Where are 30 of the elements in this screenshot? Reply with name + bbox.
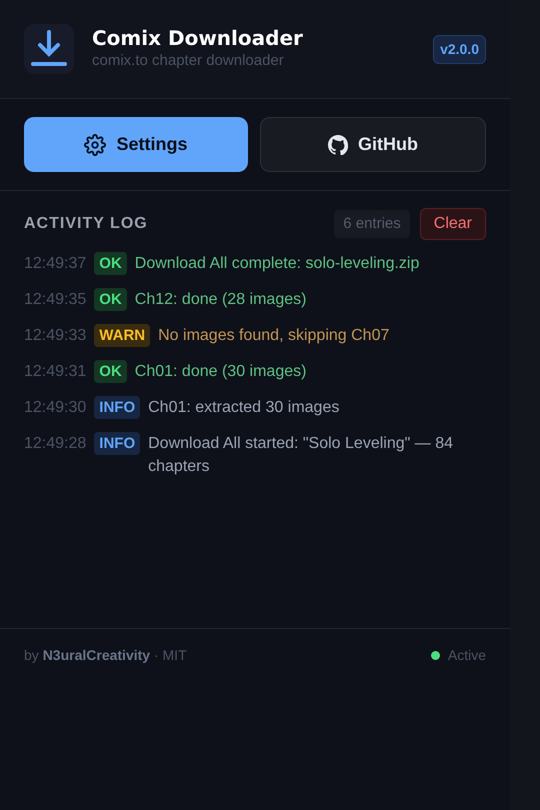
log-time: 12:49:35 (24, 290, 86, 310)
log-message: Ch12: done (28 images) (134, 290, 306, 310)
log-message: Ch01: done (30 images) (134, 362, 306, 382)
level-badge: INFO (94, 432, 140, 455)
credit-text: by N3uralCreativity · MIT (24, 646, 187, 665)
level-badge: OK (94, 360, 127, 383)
level-badge: OK (94, 252, 127, 275)
level-badge: INFO (94, 396, 140, 419)
log-heading: ACTIVITY LOG (24, 214, 148, 234)
version-badge: v2.0.0 (433, 34, 486, 64)
log-time: 12:49:30 (24, 398, 86, 418)
log-message: Download All complete: solo-leveling.zip (134, 254, 420, 274)
level-badge: WARN (94, 324, 150, 347)
app-title: Comix Downloader (92, 26, 304, 50)
github-icon (328, 134, 348, 154)
log-message: Download All started: "Solo Leveling" — 84 chapters (148, 434, 454, 477)
entry-count: 6 entries (334, 210, 410, 238)
log-time: 12:49:37 (24, 254, 86, 274)
log-time: 12:49:28 (24, 434, 86, 454)
settings-button[interactable]: Settings (24, 117, 248, 172)
log-message: No images found, skipping Ch07 (158, 326, 390, 346)
clear-button[interactable]: Clear (420, 208, 486, 240)
log-message: Ch01: extracted 30 images (148, 398, 340, 418)
settings-icon (84, 134, 106, 156)
log-time: 12:49:33 (24, 326, 86, 346)
app-subtitle: comix.to chapter downloader (92, 50, 285, 71)
status-text: Active (448, 646, 486, 665)
github-button[interactable]: GitHub (260, 117, 486, 172)
level-badge: OK (94, 288, 127, 311)
log-time: 12:49:31 (24, 362, 86, 382)
